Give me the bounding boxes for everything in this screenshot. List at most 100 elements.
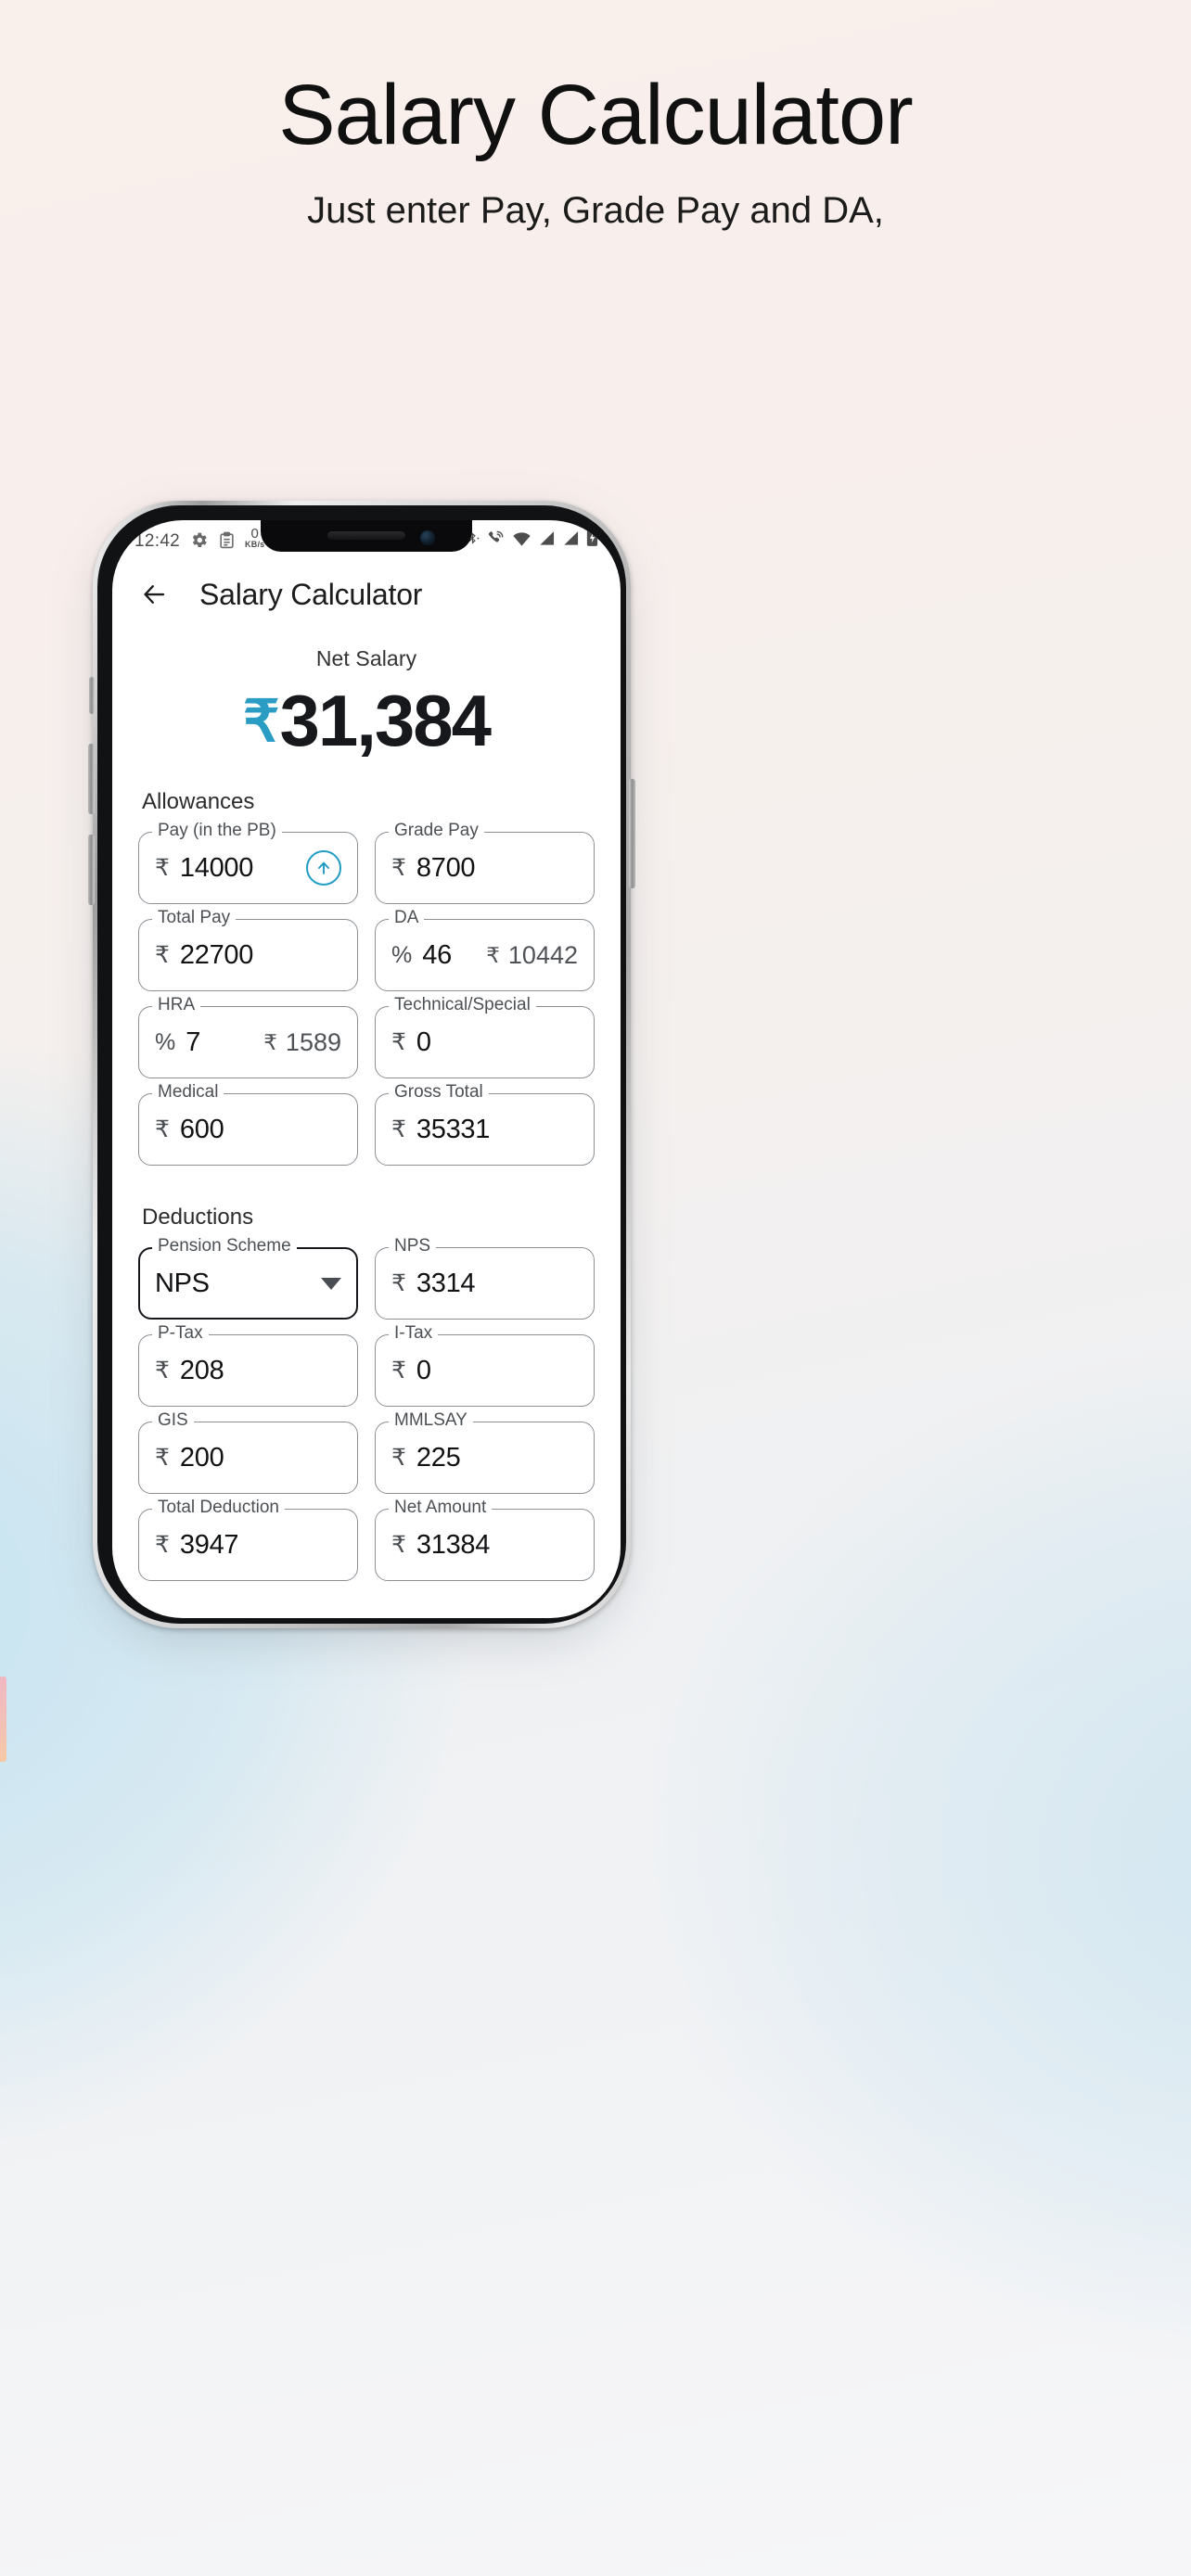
network-speed-value: 0 [250,525,259,542]
field-hra[interactable]: HRA % 7 ₹ 1589 [138,995,358,1078]
rupee-icon: ₹ [391,854,406,881]
field-value[interactable]: 8700 [416,853,476,884]
volume-up-button[interactable] [88,744,95,814]
power-button[interactable] [629,779,635,888]
field-row: ₹ 0 [375,1006,595,1078]
deductions-grid: Pension Scheme NPS NPS ₹ 3314 P-Tax ₹ 20… [138,1236,595,1581]
decorative-edge-sliver [0,1677,6,1762]
mute-switch[interactable] [89,677,95,714]
rupee-icon: ₹ [391,1357,406,1384]
field-grade-pay[interactable]: Grade Pay ₹ 8700 [375,821,595,904]
clipboard-icon [218,530,236,550]
rupee-icon: ₹ [242,690,279,754]
field-value[interactable]: 225 [416,1443,461,1473]
field-gross-total[interactable]: Gross Total ₹ 35331 [375,1082,595,1166]
arrow-left-icon[interactable] [138,579,170,610]
phone-screen: 12:42 0 KB/s Salary Calculator Net Salar… [112,520,621,1618]
field-row: ₹ 3314 [375,1247,595,1320]
field-technical-special[interactable]: Technical/Special ₹ 0 [375,995,595,1078]
field-row: ₹ 3947 [138,1509,358,1581]
field-total-pay[interactable]: Total Pay ₹ 22700 [138,908,358,991]
wifi-icon [512,530,531,546]
chevron-down-icon[interactable] [321,1277,341,1290]
field-value[interactable]: 7 [186,1027,200,1058]
field-row: % 46 ₹ 10442 [375,919,595,991]
percent-icon: % [391,941,413,968]
field-value[interactable]: 31384 [416,1530,490,1561]
field-da[interactable]: DA % 46 ₹ 10442 [375,908,595,991]
field-value[interactable]: 200 [180,1443,224,1473]
field-row: % 7 ₹ 1589 [138,1006,358,1078]
field-row: ₹ 35331 [375,1093,595,1166]
field-row: NPS [138,1247,358,1320]
phone-wifi-icon [486,529,506,547]
rupee-icon: ₹ [391,1269,406,1296]
rupee-icon: ₹ [391,1444,406,1471]
field-secondary-value: 1589 [285,1027,341,1056]
field-row: ₹ 208 [138,1334,358,1407]
rupee-icon: ₹ [155,1116,170,1142]
field-p-tax[interactable]: P-Tax ₹ 208 [138,1323,358,1407]
pension-scheme-value[interactable]: NPS [155,1269,210,1299]
allowances-grid: Pay (in the PB) ₹ 14000 Grade Pay ₹ 8700… [138,821,595,1166]
calculator-form: Allowances Pay (in the PB) ₹ 14000 Grade… [112,789,621,1581]
field-row: ₹ 0 [375,1334,595,1407]
page-title: Salary Calculator [199,577,423,611]
phone-bezel: 12:42 0 KB/s Salary Calculator Net Salar… [97,505,626,1624]
rupee-icon: ₹ [155,1357,170,1384]
net-salary-amount: 31,384 [279,680,492,761]
field-value[interactable]: 3314 [416,1269,476,1299]
field-row: ₹ 225 [375,1422,595,1494]
poster-subtitle: Just enter Pay, Grade Pay and DA, [307,189,884,231]
field-total-deduction[interactable]: Total Deduction ₹ 3947 [138,1498,358,1581]
field-secondary: ₹ 10442 [486,941,578,970]
field-pension-scheme[interactable]: Pension Scheme NPS [138,1236,358,1320]
poster-title: Salary Calculator [278,68,914,162]
poster-header: Salary Calculator Just enter Pay, Grade … [0,0,1191,232]
field-gis[interactable]: GIS ₹ 200 [138,1410,358,1494]
field-row: ₹ 600 [138,1093,358,1166]
field-value[interactable]: 600 [180,1115,224,1145]
rupee-icon: ₹ [155,941,170,968]
field-value[interactable]: 35331 [416,1115,490,1145]
field-value[interactable]: 22700 [180,940,253,971]
status-bar-right [466,529,598,547]
rupee-icon: ₹ [263,1029,277,1054]
phone-frame: 12:42 0 KB/s Salary Calculator Net Salar… [88,501,635,1628]
field-mmlsay[interactable]: MMLSAY ₹ 225 [375,1410,595,1494]
field-nps[interactable]: NPS ₹ 3314 [375,1236,595,1320]
deductions-section-title: Deductions [142,1205,254,1230]
field-value[interactable]: 3947 [180,1530,239,1561]
field-value[interactable]: 208 [180,1356,224,1386]
field-row: ₹ 22700 [138,919,358,991]
field-row: ₹ 200 [138,1422,358,1494]
field-medical[interactable]: Medical ₹ 600 [138,1082,358,1166]
field-row: ₹ 31384 [375,1509,595,1581]
net-salary-label: Net Salary [315,646,417,670]
field-value[interactable]: 46 [422,940,452,971]
field-value[interactable]: 0 [416,1356,431,1386]
field-net-amount[interactable]: Net Amount ₹ 31384 [375,1498,595,1581]
signal-icon [538,530,556,546]
rupee-icon: ₹ [391,1116,406,1142]
field-pay-in-the-pb[interactable]: Pay (in the PB) ₹ 14000 [138,821,358,904]
volume-down-button[interactable] [88,835,95,905]
percent-icon: % [155,1028,176,1055]
rupee-icon: ₹ [391,1028,406,1055]
rupee-icon: ₹ [391,1531,406,1558]
rupee-icon: ₹ [155,854,170,881]
net-salary-summary: Net Salary ₹ 31,384 [112,646,621,757]
arrow-up-circle-icon[interactable] [306,850,341,886]
earpiece-speaker-icon [327,531,405,540]
app-bar: Salary Calculator [112,555,621,633]
field-value[interactable]: 0 [416,1027,431,1058]
rupee-icon: ₹ [155,1531,170,1558]
field-row: ₹ 8700 [375,832,595,904]
field-secondary: ₹ 1589 [263,1028,341,1057]
network-speed-unit: KB/s [245,539,265,549]
field-i-tax[interactable]: I-Tax ₹ 0 [375,1323,595,1407]
field-value[interactable]: 14000 [180,853,253,884]
rupee-icon: ₹ [486,942,500,967]
status-time: 12:42 [134,530,181,551]
status-bar-left: 12:42 0 KB/s [134,527,264,550]
